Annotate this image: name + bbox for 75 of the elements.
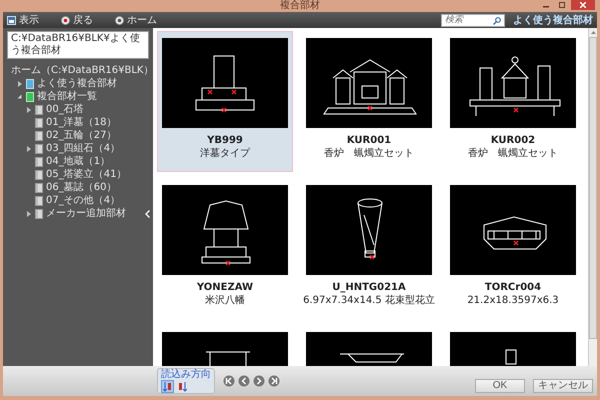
tree-item[interactable]: ホーム（C:¥DataBR16¥BLK） xyxy=(11,64,154,77)
part-code: KUR001 xyxy=(346,134,392,147)
tree-item[interactable]: 05_塔婆立（41） xyxy=(46,168,126,181)
part-code: KUR002 xyxy=(490,134,536,147)
book-icon xyxy=(34,208,44,218)
part-code: YB999 xyxy=(207,134,243,147)
part-name: 香炉 蝋燭立セット xyxy=(468,147,558,160)
nav-button[interactable] xyxy=(268,375,280,387)
part-code: YONEZAW xyxy=(196,281,254,294)
group-label: 読込み方向 xyxy=(161,369,211,380)
circle-icon xyxy=(61,16,70,24)
circle-icon xyxy=(115,16,124,24)
part-name: 米沢八幡 xyxy=(205,294,245,307)
nav-button[interactable] xyxy=(238,375,250,387)
skip-forward-icon xyxy=(268,375,280,387)
collapse-arrow-icon[interactable] xyxy=(17,94,22,99)
book-icon xyxy=(34,144,44,154)
chevron-left-icon xyxy=(238,375,250,387)
thumbnail-card[interactable]: KUR001 香炉 蝋燭立セット xyxy=(301,31,437,172)
nav-button[interactable] xyxy=(223,375,235,387)
book-icon xyxy=(34,182,44,192)
up-arrow-icon[interactable] xyxy=(590,31,596,34)
favorites-button[interactable]: よく使う複合部材 xyxy=(513,13,593,27)
tree-item[interactable]: 複合部材一覧 xyxy=(37,90,97,103)
close-button[interactable] xyxy=(571,0,595,10)
expand-arrow-icon[interactable] xyxy=(18,80,22,86)
book-icon xyxy=(34,104,44,114)
tree-item[interactable]: 01_洋墓（18） xyxy=(46,116,116,129)
tree-item[interactable]: 06_墓誌（60） xyxy=(46,181,116,194)
expand-arrow-icon[interactable] xyxy=(26,146,30,152)
tree-item[interactable]: 07_その他（4） xyxy=(46,194,120,207)
thumbnail-card[interactable]: KUR002 香炉 蝋燭立セット xyxy=(445,31,581,172)
tree-item[interactable]: よく使う複合部材 xyxy=(37,77,117,90)
book-icon xyxy=(34,118,44,128)
book-icon xyxy=(34,156,44,166)
maximize-icon xyxy=(559,2,565,8)
chevron-right-icon xyxy=(253,375,265,387)
search-icon xyxy=(493,16,501,24)
book-icon xyxy=(34,130,44,140)
thumbnail-card[interactable]: U_HNTG021A 6.97x7.34x14.5 花束型花立 xyxy=(301,178,437,319)
part-name: 洋墓タイプ xyxy=(200,147,250,160)
chevron-left-icon[interactable] xyxy=(145,210,150,218)
thumbnail-card[interactable]: YB999 洋墓タイプ xyxy=(157,31,293,172)
expand-arrow-icon[interactable] xyxy=(26,210,30,216)
search-field[interactable]: 検索 xyxy=(441,14,505,26)
part-code: TORCr004 xyxy=(484,281,542,294)
direction-icon xyxy=(178,381,187,392)
cancel-button[interactable]: キャンセル xyxy=(533,379,593,393)
window-icon xyxy=(7,16,16,24)
part-name: 香炉 蝋燭立セット xyxy=(324,147,414,160)
thumbnail-card[interactable]: TORCr004 21.2x18.3597x6.3 xyxy=(445,178,581,319)
toolbar-button[interactable]: 表示 xyxy=(7,13,39,27)
book-icon xyxy=(34,196,44,206)
path-field[interactable]: C:¥DataBR16¥BLK¥よく使う複合部材 xyxy=(7,31,149,59)
part-name: 21.2x18.3597x6.3 xyxy=(467,294,559,307)
tree-item[interactable]: 04_地蔵（1） xyxy=(46,155,110,168)
direction-toggle[interactable] xyxy=(161,380,174,393)
skip-back-icon xyxy=(223,375,235,387)
part-code: U_HNTG021A xyxy=(332,281,406,294)
direction-icon xyxy=(163,381,172,392)
direction-toggle[interactable] xyxy=(176,380,189,393)
thumbnail-card[interactable]: YONEZAW 米沢八幡 xyxy=(157,178,293,319)
tree-item[interactable]: メーカー追加部材 xyxy=(46,207,126,220)
book-icon xyxy=(34,170,44,180)
toolbar-button[interactable]: 戻る xyxy=(61,13,93,27)
toolbar-button[interactable]: ホーム xyxy=(115,13,157,27)
part-name: 6.97x7.34x14.5 花束型花立 xyxy=(303,294,435,307)
nav-button[interactable] xyxy=(253,375,265,387)
tree-item[interactable]: 02_五輪（27） xyxy=(46,129,116,142)
expand-arrow-icon[interactable] xyxy=(26,106,30,112)
ok-button[interactable]: OK xyxy=(475,379,525,393)
close-icon xyxy=(580,2,586,8)
scrollbar[interactable] xyxy=(588,28,597,366)
tree-item[interactable]: 00_石塔 xyxy=(46,103,84,116)
tree-item[interactable]: 03_四組石（4） xyxy=(46,142,120,155)
